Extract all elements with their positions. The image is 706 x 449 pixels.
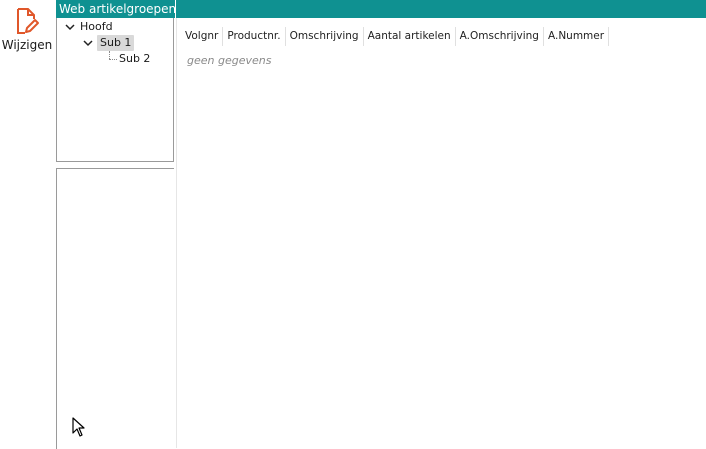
grid-header-bar xyxy=(176,0,706,18)
tree-connector xyxy=(109,59,117,60)
tree-node-label[interactable]: Hoofd xyxy=(80,19,113,35)
mouse-pointer-icon xyxy=(72,417,85,437)
left-toolbar: Wijzigen xyxy=(0,0,56,448)
column-header-a-omschrijving[interactable]: A.Omschrijving xyxy=(456,27,544,46)
grid-empty-message: geen gegevens xyxy=(187,54,272,67)
tree-view[interactable]: Hoofd Sub 1 Sub 2 xyxy=(56,18,174,162)
column-header-volgnr[interactable]: Volgnr xyxy=(181,27,224,46)
chevron-down-icon[interactable] xyxy=(65,22,75,32)
data-grid[interactable]: Volgnr Productnr. Omschrijving Aantal ar… xyxy=(176,18,706,448)
column-header-aantal-artikelen[interactable]: Aantal artikelen xyxy=(364,27,456,46)
column-header-productnr[interactable]: Productnr. xyxy=(223,27,286,46)
tree-connector xyxy=(109,51,110,59)
tree-panel-title: Web artikelgroepen xyxy=(56,0,175,18)
document-edit-icon xyxy=(17,8,39,34)
detail-panel xyxy=(56,168,174,449)
column-header-omschrijving[interactable]: Omschrijving xyxy=(286,27,364,46)
edit-button-label: Wijzigen xyxy=(1,38,53,52)
column-header-a-nummer[interactable]: A.Nummer xyxy=(544,27,610,46)
edit-button[interactable]: Wijzigen xyxy=(0,4,54,60)
grid-column-headers: Volgnr Productnr. Omschrijving Aantal ar… xyxy=(181,27,610,46)
tree-node-label-selected[interactable]: Sub 1 xyxy=(97,35,135,51)
chevron-down-icon[interactable] xyxy=(83,38,93,48)
tree-node-label[interactable]: Sub 2 xyxy=(119,51,150,67)
